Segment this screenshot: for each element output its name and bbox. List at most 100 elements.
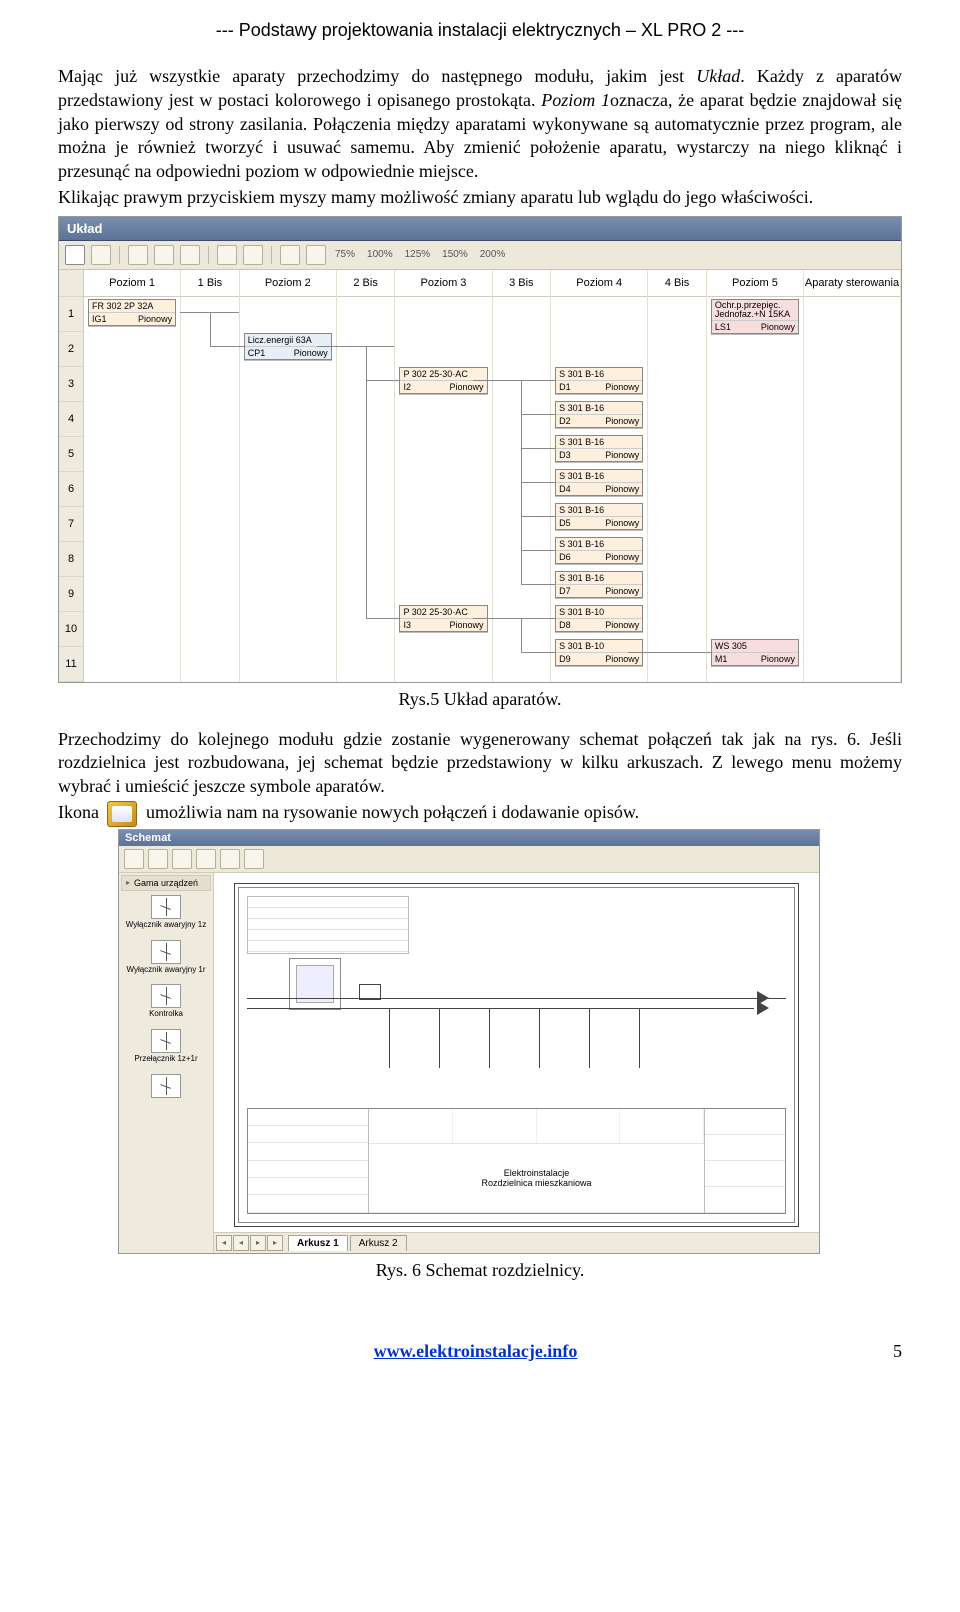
block-dir: Pionowy — [605, 518, 639, 528]
tab-arkusz-2[interactable]: Arkusz 2 — [350, 1235, 407, 1251]
block-d7[interactable]: S 301 B-16D7Pionowy — [555, 571, 643, 598]
block-id: I2 — [403, 382, 411, 392]
block-dir: Pionowy — [605, 382, 639, 392]
drop-line — [489, 1008, 490, 1068]
tool-rect-icon[interactable] — [172, 849, 192, 869]
row-headers: 1 2 3 4 5 6 7 8 9 10 11 — [59, 270, 84, 682]
block-d6[interactable]: S 301 B-16D6Pionowy — [555, 537, 643, 564]
block-dir: Pionowy — [761, 654, 795, 664]
col-header: 2 Bis — [337, 270, 395, 297]
page-header: --- Podstawy projektowania instalacji el… — [58, 20, 902, 41]
schemat-canvas[interactable]: ElektroinstalacjeRozdzielnica mieszkanio… — [214, 873, 819, 1253]
tool-layout-icon[interactable] — [91, 245, 111, 265]
block-id: D8 — [559, 620, 571, 630]
block-ws[interactable]: WS 305 M1 Pionowy — [711, 639, 799, 666]
bus-line-2 — [247, 1008, 754, 1009]
row-header: 7 — [59, 507, 83, 542]
block-id: IG1 — [92, 314, 107, 324]
block-dir: Pionowy — [605, 416, 639, 426]
figure-caption-5: Rys.5 Układ aparatów. — [58, 689, 902, 710]
block-id: D9 — [559, 654, 571, 664]
col-header: Aparaty sterowania — [804, 270, 900, 297]
tool-zoom-fit-icon[interactable] — [280, 245, 300, 265]
block-d1[interactable]: S 301 B-16D1Pionowy — [555, 367, 643, 394]
row-header-blank — [59, 270, 83, 297]
block-d2[interactable]: S 301 B-16D2Pionowy — [555, 401, 643, 428]
schemat-sidebar: Gama urządzeń Wyłącznik awaryjny 1z Wyłą… — [119, 873, 214, 1253]
sidebar-header[interactable]: Gama urządzeń — [121, 875, 211, 891]
symbol-icon — [151, 895, 181, 919]
tool-cursor-icon[interactable] — [65, 245, 85, 265]
bus-line — [247, 998, 786, 999]
block-dir: Pionowy — [138, 314, 172, 324]
tool-a-icon[interactable] — [128, 245, 148, 265]
drawing-sheet: ElektroinstalacjeRozdzielnica mieszkanio… — [234, 883, 799, 1227]
tool-cursor-icon[interactable] — [124, 849, 144, 869]
schemat-screenshot: Schemat Gama urządzeń Wyłącznik awaryjny… — [118, 829, 820, 1254]
p4b: umożliwia nam na rysowanie nowych połącz… — [141, 802, 639, 822]
block-och[interactable]: Ochr.p.przepięc.Jednofaz.+N 15KA LS1Pion… — [711, 299, 799, 334]
arrow-icon — [757, 1001, 769, 1015]
col-header: Poziom 3 — [395, 270, 491, 297]
block-title: S 301 B-16 — [556, 572, 642, 585]
col-aparaty-sterowania: Aparaty sterowania — [804, 270, 901, 682]
drop-line — [389, 1008, 390, 1068]
uklad-toolbar: 75% 100% 125% 150% 200% — [59, 241, 901, 270]
drop-line — [439, 1008, 440, 1068]
separator-icon — [119, 246, 120, 264]
block-title: Ochr.p.przepięc.Jednofaz.+N 15KA — [712, 300, 798, 320]
sidebar-item[interactable]: Kontrolka — [121, 984, 211, 1019]
symbol-icon — [151, 940, 181, 964]
col-header: 4 Bis — [648, 270, 706, 297]
zoom-125[interactable]: 125% — [402, 249, 434, 260]
tool-zoom-in-icon[interactable] — [306, 245, 326, 265]
block-d5[interactable]: S 301 B-16D5Pionowy — [555, 503, 643, 530]
sidebar-item[interactable]: Przełącznik 1z+1r — [121, 1029, 211, 1064]
tool-zoom-icon[interactable] — [244, 849, 264, 869]
tool-page-icon[interactable] — [220, 849, 240, 869]
drop-line — [539, 1008, 540, 1068]
paragraph-2: Klikając prawym przyciskiem myszy mamy m… — [58, 186, 902, 210]
uklad-grid[interactable]: 1 2 3 4 5 6 7 8 9 10 11 Poziom 1 FR 302 — [59, 270, 901, 682]
footer-link[interactable]: www.elektroinstalacje.info — [374, 1341, 578, 1361]
block-id: D5 — [559, 518, 571, 528]
col-poziom-4: Poziom 4 S 301 B-16D1PionowyS 301 B-16D2… — [551, 270, 648, 682]
tool-line-icon[interactable] — [148, 849, 168, 869]
tool-e-icon[interactable] — [243, 245, 263, 265]
col-header: 1 Bis — [181, 270, 239, 297]
tab-arkusz-1[interactable]: Arkusz 1 — [288, 1235, 348, 1251]
block-id: D3 — [559, 450, 571, 460]
titleblock-line2: Rozdzielnica mieszkaniowa — [481, 1178, 591, 1188]
row-header: 5 — [59, 437, 83, 472]
tool-b-icon[interactable] — [154, 245, 174, 265]
block-title: WS 305 — [712, 640, 798, 653]
sidebar-item[interactable]: Wyłącznik awaryjny 1z — [121, 895, 211, 930]
zoom-150[interactable]: 150% — [439, 249, 471, 260]
block-dir: Pionowy — [605, 586, 639, 596]
tool-c-icon[interactable] — [180, 245, 200, 265]
col-2bis: 2 Bis — [337, 270, 396, 682]
block-d3[interactable]: S 301 B-16D3Pionowy — [555, 435, 643, 462]
block-ig1[interactable]: FR 302 2P 32A IG1Pionowy — [88, 299, 176, 326]
zoom-75[interactable]: 75% — [332, 249, 358, 260]
sidebar-item[interactable] — [121, 1074, 211, 1098]
block-d8[interactable]: S 301 B-10D8Pionowy — [555, 605, 643, 632]
page-number: 5 — [893, 1341, 902, 1362]
tool-rect2-icon[interactable] — [196, 849, 216, 869]
block-d4[interactable]: S 301 B-16D4Pionowy — [555, 469, 643, 496]
block-id: D2 — [559, 416, 571, 426]
zoom-200[interactable]: 200% — [477, 249, 509, 260]
col-poziom-2: Poziom 2 Licz.energii 63A CP1Pionowy — [240, 270, 337, 682]
col-poziom-5: Poziom 5 Ochr.p.przepięc.Jednofaz.+N 15K… — [707, 270, 804, 682]
sidebar-label: Przełącznik 1z+1r — [134, 1054, 197, 1063]
zoom-100[interactable]: 100% — [364, 249, 396, 260]
row-header: 3 — [59, 367, 83, 402]
draw-connections-icon — [107, 801, 137, 827]
tool-d-icon[interactable] — [217, 245, 237, 265]
block-id: M1 — [715, 654, 728, 664]
block-id: I3 — [403, 620, 411, 630]
block-id: D6 — [559, 552, 571, 562]
paragraph-3: Przechodzimy do kolejnego modułu gdzie z… — [58, 728, 902, 799]
tab-nav[interactable]: ◂◂▸▸ — [214, 1235, 286, 1251]
sidebar-item[interactable]: Wyłącznik awaryjny 1r — [121, 940, 211, 975]
